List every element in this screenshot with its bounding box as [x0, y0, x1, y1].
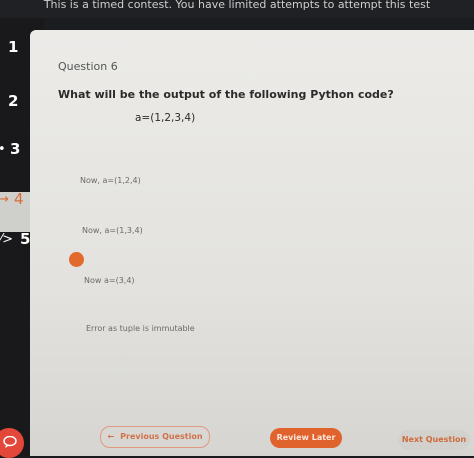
question-text: What will be the output of the following…	[58, 88, 394, 101]
timed-contest-banner: This is a timed contest. You have limite…	[0, 0, 474, 18]
question-code: a=(1,2,3,4)	[135, 112, 196, 124]
chat-bubble-icon	[3, 436, 17, 448]
sidebar-item-label: 1	[8, 38, 19, 56]
question-number: Question 6	[58, 60, 118, 73]
arrow-right-icon: →	[0, 192, 9, 207]
answer-option-2[interactable]: Now, a=(1,3,4)	[82, 226, 143, 235]
selected-radio-indicator[interactable]	[69, 252, 84, 267]
answer-option-4[interactable]: Error as tuple is immutable	[86, 324, 195, 333]
banner-text: This is a timed contest. You have limite…	[43, 0, 431, 11]
previous-question-label: Previous Question	[120, 432, 203, 441]
arrow-left-icon: ←	[107, 432, 115, 441]
next-question-button[interactable]: Next Question	[398, 430, 470, 450]
sidebar-item-label: 5	[20, 230, 31, 248]
sidebar-item-label: 3	[10, 140, 21, 158]
chat-button[interactable]	[0, 428, 24, 458]
answer-option-3[interactable]: Now a=(3,4)	[84, 276, 135, 285]
bullet-icon: •	[0, 142, 6, 157]
question-panel: Question 6 What will be the output of th…	[30, 30, 474, 456]
flag-arrow-icon: ⁄>	[0, 232, 14, 247]
previous-question-button[interactable]: ← Previous Question	[100, 426, 210, 448]
review-later-button[interactable]: Review Later	[270, 428, 342, 448]
sidebar-item-label: 2	[8, 92, 19, 110]
answer-option-1[interactable]: Now, a=(1,2,4)	[80, 176, 141, 185]
sidebar-item-label: 4	[14, 190, 24, 208]
